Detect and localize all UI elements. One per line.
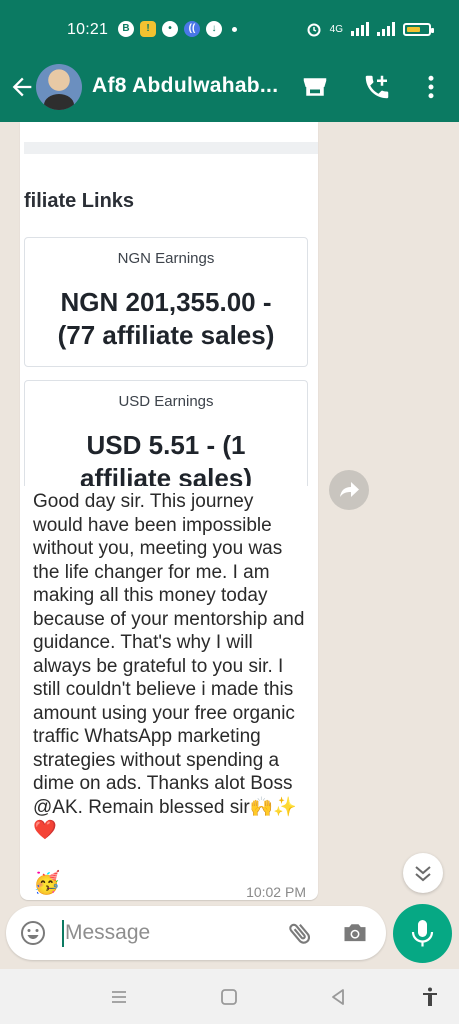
card-value: USD 5.51 - (1 affiliate sales) [25,429,307,486]
message-bubble[interactable]: filiate Links NGN Earnings NGN 201,355.0… [20,122,318,900]
home-icon[interactable] [217,985,241,1009]
status-time: 10:21 [67,21,109,38]
text-cursor [62,920,64,947]
image-top-strip [24,142,318,154]
signal-icon [351,22,369,36]
battery-icon [403,22,434,36]
section-title: filiate Links [24,190,135,212]
contact-name[interactable]: Af8 Abdulwahab... [92,74,278,98]
card-value-line2: (77 affiliate sales) [57,320,275,350]
accessibility-icon[interactable] [418,985,442,1009]
card-value-line1: USD 5.51 - (1 [86,430,246,460]
card-value-line2: affiliate sales) [80,463,252,486]
shared-image[interactable]: filiate Links NGN Earnings NGN 201,355.0… [24,122,318,486]
scroll-to-bottom-button[interactable] [403,853,443,893]
recents-menu-icon[interactable] [107,985,131,1009]
usd-earnings-card: USD Earnings USD 5.51 - (1 affiliate sal… [24,380,308,486]
notification-icons: B ! • (( ↓ [118,21,237,37]
network-type-label: 4G [329,23,343,35]
system-icons: 4G [306,21,434,37]
chevron-double-down-icon [415,866,431,882]
more-notifications-dot [232,26,237,32]
message-text: Good day sir. This journey would have be… [33,491,305,841]
arrow-left-icon[interactable] [8,73,36,101]
mic-icon [411,920,434,947]
attach-icon[interactable] [286,919,314,947]
card-title: NGN Earnings [117,250,215,267]
ngn-earnings-card: NGN Earnings NGN 201,355.00 - (77 affili… [24,237,308,367]
status-bar: 10:21 B ! • (( ↓ 4G [0,0,459,60]
card-value-line1: NGN 201,355.00 - [60,287,272,317]
message-input[interactable] [65,919,275,947]
card-title: USD Earnings [118,393,214,410]
robot-icon: • [162,21,178,37]
party-emoji: 🥳 [33,870,61,895]
voice-message-button[interactable] [393,904,452,963]
forward-button[interactable] [329,470,369,510]
b-notification-icon: B [118,21,134,37]
back-nav-icon[interactable] [326,985,350,1009]
app-notification-icon: ! [140,21,156,37]
message-composer [6,906,386,960]
chat-header: Af8 Abdulwahab... [0,60,459,122]
download-icon: ↓ [206,21,222,37]
chat-area[interactable]: filiate Links NGN Earnings NGN 201,355.0… [0,122,459,902]
system-nav-bar [0,969,459,1024]
card-value: NGN 201,355.00 - (77 affiliate sales) [25,286,307,352]
store-icon[interactable] [300,72,330,102]
alarm-icon [307,23,321,37]
more-vert-icon[interactable] [416,72,446,102]
message-time: 10:02 PM [246,884,306,900]
add-call-icon[interactable] [362,72,392,102]
forward-icon [340,482,359,497]
signal-2-icon [377,22,395,36]
hotspot-icon: (( [184,21,200,37]
avatar[interactable] [36,64,82,110]
camera-icon[interactable] [340,919,370,947]
emoji-icon[interactable] [20,920,46,946]
